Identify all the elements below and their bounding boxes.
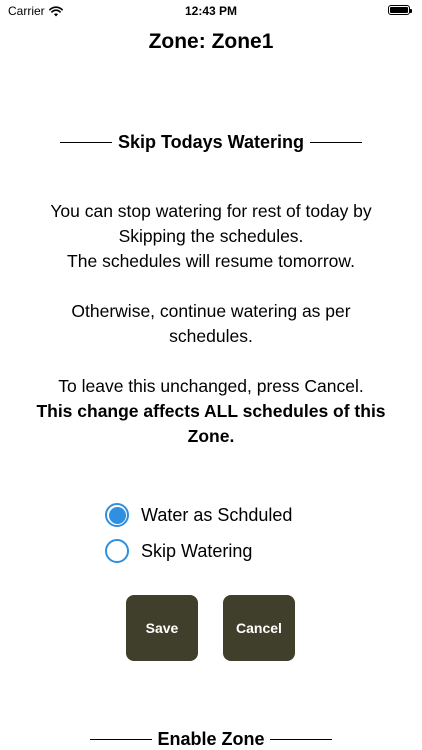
skip-description: You can stop watering for rest of today … xyxy=(0,199,422,449)
watering-option-group: Water as Schduled Skip Watering xyxy=(105,497,292,569)
divider-right xyxy=(269,739,332,740)
enable-section-header: Enable Zone xyxy=(0,729,422,750)
divider-left xyxy=(90,739,153,740)
page-title: Zone: Zone1 xyxy=(148,30,274,53)
skip-section-title: Skip Todays Watering xyxy=(117,132,305,152)
radio-label-skip: Skip Watering xyxy=(141,540,253,561)
status-time: 12:43 PM xyxy=(184,4,238,18)
radio-water-as-scheduled[interactable]: Water as Schduled xyxy=(105,497,292,533)
description-line: To leave this unchanged, press Cancel. xyxy=(58,376,364,396)
description-warning: Zone. xyxy=(187,426,235,446)
save-button[interactable]: Save xyxy=(126,595,198,661)
description-line: You can stop watering for rest of today … xyxy=(50,201,372,221)
radio-selected-icon[interactable] xyxy=(105,503,129,527)
enable-section-title: Enable Zone xyxy=(157,729,265,749)
divider-right xyxy=(310,142,363,143)
radio-dot xyxy=(108,506,126,524)
cancel-button[interactable]: Cancel xyxy=(223,595,295,661)
radio-unselected-icon[interactable] xyxy=(105,539,129,563)
description-line: The schedules will resume tomorrow. xyxy=(67,251,355,271)
radio-label-water: Water as Schduled xyxy=(141,504,293,525)
description-line: schedules. xyxy=(169,326,253,346)
description-line: Otherwise, continue watering as per xyxy=(71,301,351,321)
battery-icon xyxy=(388,5,412,15)
status-bar: Carrier 12:43 PM xyxy=(0,0,422,22)
skip-section-header: Skip Todays Watering xyxy=(0,132,422,153)
divider-left xyxy=(59,142,112,143)
description-warning: This change affects ALL schedules of thi… xyxy=(36,401,386,421)
battery-fill xyxy=(390,7,408,13)
description-line: Skipping the schedules. xyxy=(118,226,304,246)
radio-skip-watering[interactable]: Skip Watering xyxy=(105,533,292,569)
